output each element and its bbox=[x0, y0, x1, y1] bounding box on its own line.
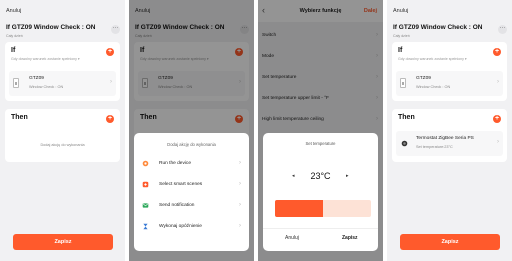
screen-scene-filled: Anuluj If GTZ09 Window Check : ON Cały d… bbox=[387, 0, 512, 261]
action-option-select-scene[interactable]: Select smart scenes › bbox=[140, 178, 243, 192]
save-button[interactable]: Zapisz bbox=[13, 234, 113, 250]
chevron-right-icon: › bbox=[239, 223, 241, 229]
then-title: Then bbox=[398, 114, 415, 121]
action-device-name: Termostat ZigBee Seria PS bbox=[416, 136, 474, 141]
thermostat-icon bbox=[401, 140, 408, 147]
action-option-label: Send notification bbox=[159, 203, 195, 208]
action-option-label: Wykonaj opóźnienie bbox=[159, 224, 202, 229]
action-option-run-device[interactable]: Run the device › bbox=[140, 157, 243, 171]
chevron-right-icon: › bbox=[239, 160, 241, 166]
window-sensor-icon bbox=[13, 78, 19, 88]
scene-title: If GTZ09 Window Check : ON bbox=[6, 24, 96, 31]
cancel-button[interactable]: Anuluj bbox=[285, 235, 299, 241]
window-sensor-icon bbox=[400, 78, 406, 88]
action-row[interactable]: Termostat ZigBee Seria PS Set temperatur… bbox=[396, 131, 503, 156]
screen-add-action-sheet: Anuluj If GTZ09 Window Check : ON Cały d… bbox=[129, 0, 254, 261]
chevron-right-icon: › bbox=[239, 202, 241, 208]
screen-select-function: ‹ Wybierz funkcję Dalej Switch › Mode › … bbox=[258, 0, 383, 261]
action-option-delay[interactable]: Wykonaj opóźnienie › bbox=[140, 220, 243, 234]
condition-device-name: GTZ09 bbox=[29, 76, 44, 81]
condition-device-name: GTZ09 bbox=[416, 76, 431, 81]
if-title: If bbox=[11, 47, 16, 54]
scene-schedule[interactable]: Cały dzień bbox=[393, 34, 410, 38]
cancel-link[interactable]: Anuluj bbox=[6, 8, 21, 14]
screen-scene-empty: Anuluj If GTZ09 Window Check : ON Cały d… bbox=[0, 0, 125, 261]
chevron-right-icon: › bbox=[497, 79, 499, 85]
action-option-label: Run the device bbox=[159, 161, 191, 166]
device-icon bbox=[142, 160, 149, 167]
top-bar: Anuluj bbox=[387, 0, 512, 22]
add-action-sheet: Dodaj akcję do wykonania Run the device … bbox=[134, 133, 249, 251]
add-action-hint[interactable]: Dodaj akcję do wykonania bbox=[5, 143, 120, 147]
then-title: Then bbox=[11, 114, 28, 121]
condition-mode-select[interactable]: Gdy dowolny warunek zostanie spełniony ▾ bbox=[11, 57, 80, 61]
add-action-button[interactable]: + bbox=[493, 115, 501, 123]
temperature-value: 23°C bbox=[310, 171, 331, 181]
top-bar: Anuluj bbox=[0, 0, 125, 22]
add-action-button[interactable]: + bbox=[106, 115, 114, 123]
temperature-slider-fill bbox=[275, 200, 323, 217]
if-card: If Gdy dowolny warunek zostanie spełnion… bbox=[5, 42, 120, 101]
action-option-label: Select smart scenes bbox=[159, 182, 203, 187]
sheet-title: Dodaj akcję do wykonania bbox=[167, 142, 216, 147]
chevron-right-icon: › bbox=[239, 181, 241, 187]
chevron-right-icon: › bbox=[110, 79, 112, 85]
then-card: Then + Termostat ZigBee Seria PS Set tem… bbox=[392, 109, 507, 162]
if-title: If bbox=[398, 47, 403, 54]
add-condition-button[interactable]: + bbox=[493, 48, 501, 56]
scene-icon bbox=[142, 181, 149, 188]
if-card: If Gdy dowolny warunek zostanie spełnion… bbox=[392, 42, 507, 101]
notification-icon bbox=[142, 203, 149, 208]
condition-device-status: Window Check : ON bbox=[416, 85, 451, 89]
set-temperature-sheet: Set temperature ◂ 23°C ▸ Anuluj Zapisz bbox=[263, 133, 378, 251]
then-card: Then + Dodaj akcję do wykonania bbox=[5, 109, 120, 162]
save-button[interactable]: Zapisz bbox=[400, 234, 500, 250]
scene-schedule[interactable]: Cały dzień bbox=[6, 34, 23, 38]
condition-row[interactable]: GTZ09 Window Check : ON › bbox=[396, 71, 503, 96]
increase-temperature-icon[interactable]: ▸ bbox=[346, 173, 349, 179]
more-icon[interactable]: ··· bbox=[498, 25, 507, 34]
save-button[interactable]: Zapisz bbox=[342, 235, 358, 241]
condition-mode-select[interactable]: Gdy dowolny warunek zostanie spełniony ▾ bbox=[398, 57, 467, 61]
temperature-slider[interactable] bbox=[275, 200, 371, 217]
more-icon[interactable]: ··· bbox=[111, 25, 120, 34]
condition-device-status: Window Check : ON bbox=[29, 85, 64, 89]
cancel-link[interactable]: Anuluj bbox=[393, 8, 408, 14]
hourglass-icon bbox=[143, 223, 148, 230]
divider bbox=[263, 228, 378, 229]
action-device-setting: Set temperature:23°C bbox=[416, 145, 453, 149]
action-option-send-notification[interactable]: Send notification › bbox=[140, 199, 243, 213]
chevron-right-icon: › bbox=[497, 139, 499, 145]
sheet-title: Set temperature bbox=[305, 141, 336, 146]
scene-title: If GTZ09 Window Check : ON bbox=[393, 24, 483, 31]
add-condition-button[interactable]: + bbox=[106, 48, 114, 56]
condition-row[interactable]: GTZ09 Window Check : ON › bbox=[9, 71, 116, 96]
